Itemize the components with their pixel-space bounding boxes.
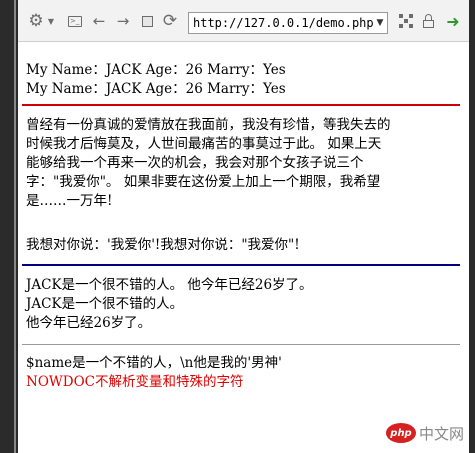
paragraph-line: 时候我才后悔莫及，人世间最痛苦的事莫过于此。 如果上天 [26,136,382,152]
name-line: My Name：JACK Age：26 Marry：Yes [26,81,286,97]
lock-icon[interactable] [420,11,436,31]
paragraph-line: 曾经有一份真诚的爱情放在我面前，我没有珍惜，等我失去的 [26,117,391,133]
nowdoc-red-line: NOWDOC不解析变量和特殊的字符 [26,374,244,390]
php-logo-icon: php [386,423,416,443]
address-bar-url[interactable]: http://127.0.0.1/demo.php [193,16,374,30]
red-rule [22,104,460,106]
reload-icon[interactable]: ⟳ [160,11,180,31]
chevron-down-icon[interactable]: ▼ [373,13,387,33]
blue-rule [22,264,460,266]
browser-toolbar: ⚙ ▼ >_ ← → ⟳ http://127.0.0.1/demo.php ▼… [18,0,469,42]
watermark: php 中文网 [386,420,464,446]
arrow-left-icon[interactable]: ← [90,11,108,31]
quote-text: 我想对你说：'我爱你'!我想对你说："我爱你"! [26,237,300,253]
qr-code-icon[interactable] [398,11,414,31]
paragraph-line: 能够给我一个再来一次的机会，我会对那个女孩子说三个 [26,155,364,171]
quote-line: 我想对你说：'我爱你'!我想对你说："我爱你"! [26,236,300,255]
stop-icon[interactable] [138,11,156,31]
chevron-down-icon[interactable]: ▼ [46,11,56,31]
gear-icon[interactable]: ⚙ [26,11,46,31]
paragraph-line: 是……一万年! [26,193,113,209]
jack-lines: JACK是一个很不错的人。 他今年已经26岁了。 JACK是一个很不错的人。 他… [26,276,313,333]
jack-line: 他今年已经26岁了。 [26,315,152,331]
gray-rule [22,344,460,345]
nowdoc-lines: $name是一个不错的人，\n他是我的'男神' NOWDOC不解析变量和特殊的字… [26,354,282,392]
jack-line: JACK是一个很不错的人。 他今年已经26岁了。 [26,277,313,293]
paragraph-line: 字："我爱你"。 如果非要在这份爱上加上一个期限，我希望 [26,174,381,190]
name-line: My Name：JACK Age：26 Marry：Yes [26,62,286,78]
arrow-right-icon[interactable]: → [114,11,132,31]
name-lines: My Name：JACK Age：26 Marry：Yes My Name：JA… [26,61,286,99]
window-frame-edge [14,0,16,453]
love-paragraph: 曾经有一份真诚的爱情放在我面前，我没有珍惜，等我失去的 时候我才后悔莫及，人世间… [26,116,462,211]
jack-line: JACK是一个很不错的人。 [26,296,184,312]
watermark-text: 中文网 [419,424,465,443]
devtools-icon[interactable]: >_ [66,11,84,31]
nowdoc-line: $name是一个不错的人，\n他是我的'男神' [26,355,282,371]
window-frame-right [469,0,475,453]
go-arrow-icon[interactable]: ➜ [444,11,462,31]
address-bar[interactable]: http://127.0.0.1/demo.php ▼ [188,12,388,34]
